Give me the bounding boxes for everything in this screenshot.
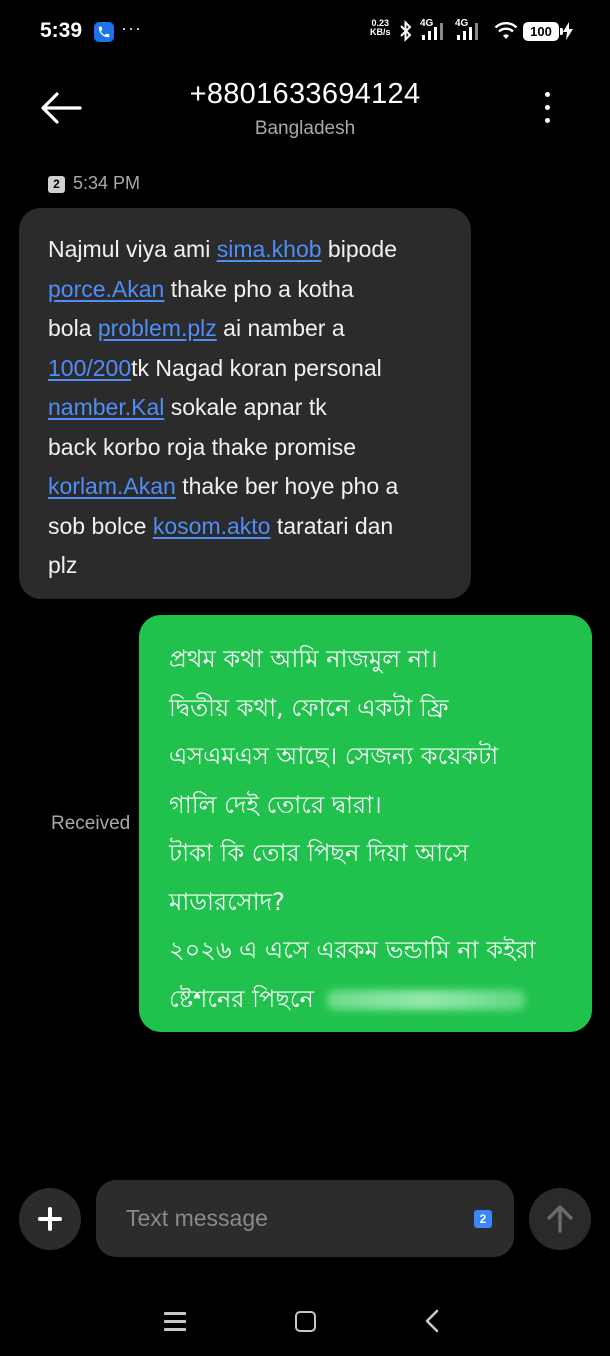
message-text-segment: bola — [48, 315, 98, 341]
message-text-segment: গালি দেই তোরে দ্বারা। — [169, 790, 382, 819]
incoming-message-text: Najmul viya ami sima.khob bipode porce.Ak… — [48, 230, 398, 586]
signal-icon-2 — [457, 23, 478, 40]
message-line: porce.Akan thake pho a kotha — [48, 270, 398, 310]
outgoing-message-bubble[interactable]: প্রথম কথা আমি নাজমুল না। দ্বিতীয় কথা, ফো… — [139, 615, 592, 1032]
message-line: ষ্টেশনের পিছনে — [169, 975, 536, 1024]
message-input[interactable] — [126, 1198, 426, 1238]
status-time: 5:39 — [40, 19, 83, 42]
recents-icon[interactable] — [164, 1312, 186, 1332]
message-text-segment: টাকা কি তোর পিছন দিয়া আসে — [169, 839, 469, 867]
message-text-segment: thake ber hoye pho a — [175, 473, 399, 499]
message-link[interactable]: 100/200 — [48, 355, 131, 381]
net-speed-unit: KB/s — [370, 27, 391, 37]
message-text-segment: ষ্টেশনের পিছনে — [169, 984, 314, 1013]
wifi-icon — [494, 22, 518, 39]
back-icon[interactable] — [424, 1309, 440, 1333]
message-link[interactable]: problem.plz — [98, 315, 217, 341]
message-line: back korbo roja thake promise — [48, 428, 398, 468]
send-arrow-icon — [547, 1205, 573, 1233]
message-line: টাকা কি তোর পিছন দিয়া আসে — [169, 829, 536, 878]
message-text-segment: sokale apnar tk — [164, 394, 327, 420]
message-composer[interactable]: 2 — [96, 1180, 514, 1257]
more-options-button[interactable] — [536, 90, 558, 126]
message-text-segment: এসএমএস আছে। সেজন্য কয়েকটা — [169, 742, 499, 770]
add-attachment-button[interactable] — [19, 1188, 81, 1250]
navigation-bar — [0, 1290, 610, 1356]
message-line: korlam.Akan thake ber hoye pho a — [48, 467, 398, 507]
message-text-segment: plz — [48, 552, 78, 578]
message-line: 100/200tk Nagad koran personal — [48, 349, 398, 389]
message-timestamp: 5:34 PM — [73, 173, 141, 193]
message-text-segment: মাডারসোদ? — [169, 887, 285, 916]
message-line: ২০২৬ এ এসে এরকম ভন্ডামি না কইরা — [169, 926, 536, 975]
message-status: Received — [51, 813, 131, 834]
contact-country: Bangladesh — [254, 118, 356, 139]
message-text-segment: sob bolce — [48, 512, 153, 539]
contact-phone-number[interactable]: +8801633694124 — [0, 78, 610, 111]
message-line: দ্বিতীয় কথা, ফোনে একটা ফ্রি — [169, 684, 536, 733]
call-icon — [94, 22, 114, 42]
message-link[interactable]: sima.khob — [217, 236, 322, 262]
message-line: bola problem.plz ai namber a — [48, 309, 398, 349]
message-line: মাডারসোদ? — [169, 878, 536, 927]
message-line: এসএমএস আছে। সেজন্য কয়েকটা — [169, 732, 536, 781]
send-button[interactable] — [529, 1188, 591, 1250]
signal-icon — [422, 23, 443, 40]
message-text-segment: thake pho a kotha — [164, 275, 354, 302]
home-icon[interactable] — [295, 1311, 316, 1332]
message-text-segment: bipode — [321, 236, 398, 262]
status-bar: 5:39 ··· 0.23 KB/s 4G 4G 100 — [0, 0, 610, 62]
sim-select-badge[interactable]: 2 — [474, 1210, 492, 1228]
message-link[interactable]: namber.Kal — [48, 394, 164, 420]
incoming-message-bubble[interactable]: Najmul viya ami sima.khob bipode porce.Ak… — [19, 208, 471, 599]
message-text-segment: দ্বিতীয় কথা, ফোনে একটা ফ্রি — [169, 693, 449, 722]
message-text-segment: taratari dan — [270, 512, 394, 539]
more-notifications-icon: ··· — [121, 18, 142, 38]
message-text-segment: Najmul viya ami — [48, 236, 217, 262]
message-line: sob bolce kosom.akto taratari dan — [48, 507, 398, 547]
message-line: namber.Kal sokale apnar tk — [48, 388, 398, 428]
message-line: প্রথম কথা আমি নাজমুল না। — [169, 635, 536, 684]
message-link[interactable]: korlam.Akan — [48, 473, 176, 499]
message-line: plz — [48, 546, 398, 586]
bluetooth-icon — [400, 20, 412, 42]
net-speed: 0.23 KB/s — [370, 19, 391, 37]
message-text-segment: প্রথম কথা আমি নাজমুল না। — [169, 645, 438, 673]
message-line: গালি দেই তোরে দ্বারা। — [169, 781, 536, 830]
battery-icon: 100 — [523, 22, 563, 41]
charging-icon — [563, 22, 573, 40]
message-text-segment: ২০২৬ এ এসে এরকম ভন্ডামি না কইরা — [169, 936, 536, 964]
message-line: Najmul viya ami sima.khob bipode — [48, 230, 398, 270]
redacted-text-blur — [325, 989, 526, 1010]
message-text-segment: ai namber a — [216, 315, 345, 341]
sim-badge: 2 — [48, 176, 65, 193]
outgoing-message-text: প্রথম কথা আমি নাজমুল না। দ্বিতীয় কথা, ফো… — [169, 635, 536, 1023]
message-text-segment: tk Nagad koran personal — [131, 354, 382, 381]
message-text-segment: back korbo roja thake promise — [48, 433, 357, 460]
message-link[interactable]: kosom.akto — [153, 513, 271, 539]
message-link[interactable]: porce.Akan — [48, 276, 164, 302]
